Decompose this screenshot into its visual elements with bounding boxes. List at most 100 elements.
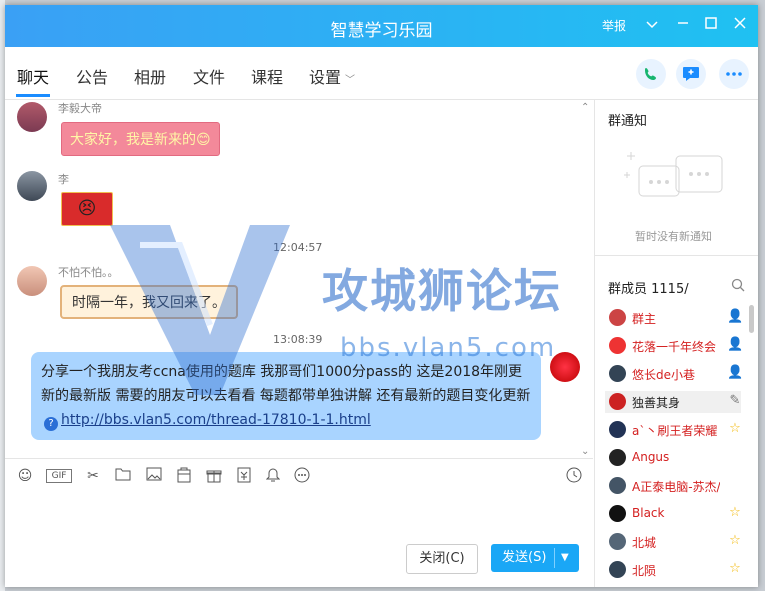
- tab-files[interactable]: 文件: [193, 64, 225, 88]
- avatar[interactable]: [17, 102, 47, 132]
- close-icon[interactable]: [729, 14, 751, 36]
- history-clock-icon[interactable]: [565, 467, 583, 485]
- minimize-icon[interactable]: [672, 14, 694, 36]
- more-dots-icon: [726, 72, 742, 76]
- member-row[interactable]: 花落一千年终会 👤: [605, 335, 744, 357]
- side-panel: 群通知 暂时没有新通知 群成员 1115/ 群主 👤 花落一千年终会 👤 悠长d…: [594, 100, 758, 587]
- admin-badge-icon: 👤: [727, 365, 744, 380]
- member-name: 北陨: [632, 564, 657, 578]
- tab-album[interactable]: 相册: [134, 64, 166, 88]
- empty-notice-illustration-icon: [624, 152, 723, 197]
- scroll-down-icon[interactable]: ⌄: [581, 446, 589, 457]
- members-scrollbar[interactable]: [749, 305, 754, 333]
- more-options-button[interactable]: [719, 59, 749, 89]
- message-bubble[interactable]: 时隔一年，我又回来了。: [60, 285, 238, 319]
- image-icon[interactable]: [145, 467, 163, 485]
- member-name: 悠长de小巷: [632, 368, 696, 382]
- member-name: A正泰电脑-苏杰/ws: [632, 480, 720, 494]
- tab-chat[interactable]: 聊天: [17, 64, 49, 88]
- collapse-up-icon[interactable]: ⌃: [581, 102, 589, 113]
- avatar[interactable]: [17, 171, 47, 201]
- close-button[interactable]: 关闭(C): [406, 544, 478, 574]
- member-row[interactable]: Angus: [605, 447, 741, 469]
- divider: [595, 255, 758, 256]
- avatar: [609, 449, 626, 466]
- sender-nick: 不怕不怕。。: [58, 266, 119, 279]
- member-name: Angus: [632, 450, 670, 464]
- avatar: [609, 505, 626, 522]
- star-badge-icon: ☆: [729, 561, 741, 576]
- search-icon[interactable]: [731, 278, 745, 296]
- star-badge-icon: ☆: [729, 533, 741, 548]
- admin-badge-icon: 👤: [727, 337, 744, 352]
- active-tab-indicator: [16, 94, 50, 97]
- notice-title: 群通知: [608, 114, 648, 129]
- help-icon: ?: [44, 417, 58, 431]
- chevron-down-icon[interactable]: [641, 14, 663, 36]
- star-badge-icon: ☆: [729, 505, 741, 520]
- tab-settings-label: 设置: [309, 68, 342, 87]
- report-button[interactable]: 举报: [602, 17, 626, 34]
- phone-icon: [645, 68, 656, 80]
- tab-announcement[interactable]: 公告: [76, 64, 108, 88]
- emoji-icon[interactable]: ☺: [16, 467, 34, 485]
- message-bubble[interactable]: 大家好，我是新来的😊: [61, 122, 220, 156]
- send-button-label: 发送(S): [502, 550, 547, 565]
- member-row[interactable]: A正泰电脑-苏杰/ws: [605, 475, 741, 497]
- message-input[interactable]: [5, 491, 593, 541]
- chevron-down-icon: ﹀: [345, 75, 356, 86]
- member-name: 群主: [632, 312, 657, 326]
- send-button[interactable]: 发送(S) ▼: [491, 544, 579, 572]
- maximize-icon[interactable]: [700, 14, 722, 36]
- phone-call-button[interactable]: [636, 59, 666, 89]
- member-name: 花落一千年终会: [632, 340, 717, 354]
- star-badge-icon: ☆: [729, 421, 741, 436]
- vote-icon[interactable]: [235, 467, 253, 485]
- chat-plus-icon: [683, 67, 699, 81]
- avatar: [609, 421, 626, 438]
- avatar: [609, 365, 626, 382]
- sender-nick: 李毅大帝: [58, 102, 102, 115]
- red-packet-icon[interactable]: [175, 467, 193, 485]
- tab-courses[interactable]: 课程: [251, 64, 283, 88]
- gift-icon[interactable]: [205, 467, 223, 485]
- member-name: 北城: [632, 536, 657, 550]
- avatar: [609, 309, 626, 326]
- title-bar[interactable]: 智慧学习乐园 举报: [5, 5, 758, 47]
- member-row[interactable]: 悠长de小巷 👤: [605, 363, 744, 385]
- gif-icon[interactable]: GIF: [46, 469, 72, 483]
- member-row[interactable]: 北陨 ☆: [605, 559, 741, 581]
- member-name: a`丶刷王者荣耀: [632, 424, 718, 438]
- member-row[interactable]: Black ☆: [605, 503, 741, 525]
- members-title: 群成员 1115/: [608, 282, 689, 297]
- member-row[interactable]: 独善其身 ✎: [605, 391, 741, 413]
- more-circle-icon[interactable]: [293, 467, 311, 485]
- member-row[interactable]: 群主 👤: [605, 307, 744, 329]
- owner-badge-icon: 👤: [727, 309, 744, 324]
- member-row[interactable]: a`丶刷王者荣耀 ☆: [605, 419, 741, 441]
- member-name: 独善其身: [632, 396, 681, 410]
- timestamp: 12:04:57: [273, 241, 323, 254]
- avatar: [609, 561, 626, 578]
- empty-notice-text: 暂时没有新通知: [635, 230, 712, 243]
- edit-pencil-icon[interactable]: ✎: [727, 393, 743, 409]
- send-options-chevron-icon[interactable]: ▼: [561, 544, 569, 572]
- tab-settings[interactable]: 设置 ﹀: [309, 64, 355, 88]
- avatar: [609, 393, 626, 410]
- member-row[interactable]: 北城 ☆: [605, 531, 741, 553]
- message-text: 分享一个我朋友考ccna使用的题库 我那哥们1000分pass的 这是2018年…: [41, 364, 531, 404]
- chat-messages[interactable]: 李毅大帝 大家好，我是新来的😊 李 😣 12:04:57 不怕不怕。。 时隔一年…: [5, 100, 593, 458]
- sender-nick: 李: [58, 173, 69, 186]
- timestamp: 13:08:39: [273, 333, 323, 346]
- scissors-icon[interactable]: ✂: [84, 467, 102, 485]
- folder-icon[interactable]: [114, 467, 132, 485]
- bell-icon[interactable]: [264, 467, 282, 485]
- sticker-message[interactable]: 😣: [61, 192, 113, 226]
- own-message-bubble[interactable]: 分享一个我朋友考ccna使用的题库 我那哥们1000分pass的 这是2018年…: [31, 352, 541, 440]
- avatar[interactable]: [550, 352, 580, 382]
- avatar: [609, 533, 626, 550]
- avatar[interactable]: [17, 266, 47, 296]
- member-name: Black: [632, 506, 665, 520]
- message-link[interactable]: http://bbs.vlan5.com/thread-17810-1-1.ht…: [61, 412, 371, 428]
- new-topic-button[interactable]: [676, 59, 706, 89]
